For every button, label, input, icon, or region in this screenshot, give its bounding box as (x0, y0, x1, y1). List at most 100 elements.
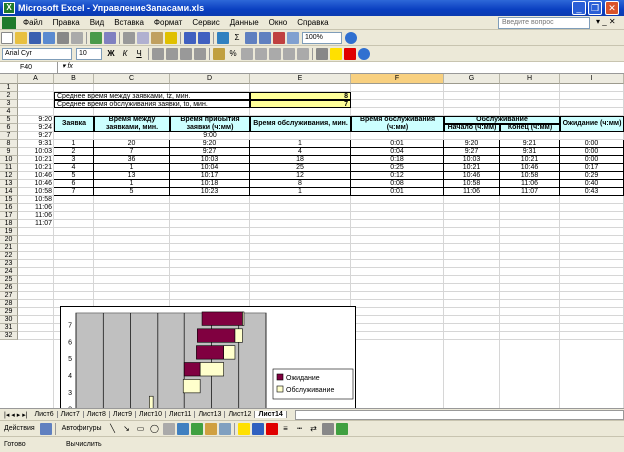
formula-input[interactable] (77, 62, 624, 73)
dash-style-icon[interactable]: ┅ (294, 423, 306, 435)
table-cell[interactable]: 9:27 (170, 148, 250, 156)
arrow-icon[interactable]: ↘ (121, 423, 133, 435)
table-cell[interactable]: 4 (250, 148, 351, 156)
header-start[interactable]: Начало (ч:мм) (444, 124, 500, 132)
currency-icon[interactable] (213, 47, 225, 60)
worksheet-grid[interactable]: ABCDEFGHI 1 2 3 4 5 6 7 8 9 10 11 12 13 14 15 16 17 18 19 2… (0, 74, 624, 408)
row-header[interactable]: 18 (0, 220, 18, 228)
fx-icon[interactable]: ▾ fx (58, 62, 77, 73)
table-cell[interactable]: 0:01 (351, 140, 444, 148)
comma-style-icon[interactable] (241, 47, 253, 60)
redo-icon[interactable] (198, 31, 210, 44)
wordart-icon[interactable] (176, 422, 189, 435)
time-cell[interactable]: 9:24 (18, 124, 54, 132)
table-cell[interactable]: 0:00 (560, 156, 624, 164)
table-cell[interactable]: 1 (94, 164, 170, 172)
underline-button[interactable]: Ч (133, 48, 145, 60)
table-cell[interactable]: 0:43 (560, 188, 624, 196)
row-header[interactable]: 7 (0, 132, 18, 140)
format-painter-icon[interactable] (165, 31, 177, 44)
table-cell[interactable]: 20 (94, 140, 170, 148)
table-cell[interactable]: 12 (250, 172, 351, 180)
font-color-draw-icon[interactable] (265, 422, 278, 435)
row-header[interactable]: 1 (0, 84, 18, 92)
table-cell[interactable]: 36 (94, 156, 170, 164)
table-cell[interactable]: 0:29 (560, 172, 624, 180)
sheet-tab[interactable]: Лист12 (225, 411, 256, 418)
name-box[interactable]: F40 (0, 62, 58, 74)
menu-insert[interactable]: Вставка (109, 18, 149, 27)
column-header[interactable]: E (250, 74, 351, 84)
row-header[interactable]: 9 (0, 148, 18, 156)
oval-icon[interactable]: ◯ (149, 423, 161, 435)
row-header[interactable]: 15 (0, 196, 18, 204)
drawing-icon[interactable] (287, 31, 299, 44)
bold-button[interactable]: Ж (105, 48, 117, 60)
row-header[interactable]: 29 (0, 308, 18, 316)
borders-icon[interactable] (316, 47, 328, 60)
undo-icon[interactable] (184, 31, 196, 44)
fill-color-icon[interactable] (330, 47, 342, 60)
sort-desc-icon[interactable] (259, 31, 271, 44)
row-header[interactable]: 27 (0, 292, 18, 300)
sheet-tab[interactable]: Лист7 (58, 411, 84, 418)
print-preview-icon[interactable] (71, 31, 83, 44)
header-between[interactable]: Время между заявками, мин. (94, 116, 170, 132)
row-header[interactable]: 30 (0, 316, 18, 324)
row-header[interactable]: 10 (0, 156, 18, 164)
header-wait[interactable]: Ожидание (ч:мм) (560, 116, 624, 132)
shadow-icon[interactable] (321, 422, 334, 435)
table-cell[interactable]: 0:04 (351, 148, 444, 156)
param-value-to[interactable]: 7 (250, 100, 351, 108)
autosum-icon[interactable]: Σ (231, 32, 243, 44)
header-zayavka[interactable]: Заявка (54, 116, 94, 132)
table-cell[interactable]: 10:21 (444, 164, 500, 172)
table-cell[interactable]: 5 (94, 188, 170, 196)
table-cell[interactable]: 9:20 (170, 140, 250, 148)
table-cell[interactable]: 10:03 (170, 156, 250, 164)
row-header[interactable]: 3 (0, 100, 18, 108)
autoshapes-menu[interactable]: Автофигуры (58, 425, 106, 432)
time-cell[interactable]: 10:46 (18, 172, 54, 180)
table-cell[interactable]: 9:27 (444, 148, 500, 156)
column-header[interactable]: C (94, 74, 170, 84)
header-arrival[interactable]: Время прибытия заявки (ч:мм) (170, 116, 250, 132)
column-header[interactable]: G (444, 74, 500, 84)
table-cell[interactable]: 11:06 (444, 188, 500, 196)
row-header[interactable]: 25 (0, 276, 18, 284)
line-style-icon[interactable]: ≡ (280, 423, 292, 435)
save-icon[interactable] (29, 31, 41, 44)
ask-question-input[interactable]: Введите вопрос (498, 17, 590, 29)
cut-icon[interactable] (123, 31, 135, 44)
row-header[interactable]: 11 (0, 164, 18, 172)
table-cell[interactable]: 7 (54, 188, 94, 196)
row-header[interactable]: 2 (0, 92, 18, 100)
italic-button[interactable]: К (119, 48, 131, 60)
table-cell[interactable]: 10:17 (170, 172, 250, 180)
table-cell[interactable]: 10:58 (444, 180, 500, 188)
table-cell[interactable]: 0:17 (560, 164, 624, 172)
table-cell[interactable]: 18 (250, 156, 351, 164)
font-select[interactable]: Arial Cyr (2, 47, 72, 60)
time-cell[interactable]: 11:07 (18, 220, 54, 228)
table-cell[interactable]: 10:23 (170, 188, 250, 196)
copy-icon[interactable] (137, 31, 149, 44)
menu-data[interactable]: Данные (225, 18, 264, 27)
table-cell[interactable]: 11:06 (500, 180, 560, 188)
permission-icon[interactable] (43, 31, 55, 44)
table-cell[interactable]: 1 (250, 140, 351, 148)
table-cell[interactable]: 10:04 (170, 164, 250, 172)
time-cell[interactable]: 10:58 (18, 188, 54, 196)
sheet-tab[interactable]: Лист6 (32, 411, 58, 418)
table-cell[interactable]: 1 (94, 180, 170, 188)
table-cell[interactable]: 9:31 (500, 148, 560, 156)
row-header[interactable]: 4 (0, 108, 18, 116)
table-cell[interactable]: 10:21 (500, 156, 560, 164)
table-cell[interactable]: 4 (54, 164, 94, 172)
table-cell[interactable]: 6 (54, 180, 94, 188)
arrow-style-icon[interactable]: ⇄ (308, 423, 320, 435)
row-header[interactable]: 6 (0, 124, 18, 132)
increase-indent-icon[interactable] (297, 47, 309, 60)
table-cell[interactable]: 0:00 (560, 148, 624, 156)
sheet-tab-active[interactable]: Лист14 (255, 411, 287, 418)
